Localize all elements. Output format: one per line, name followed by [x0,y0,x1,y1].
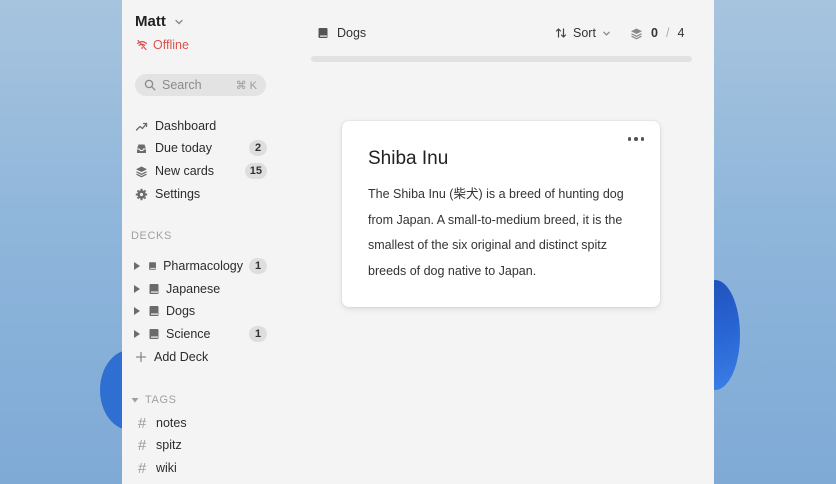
counter-separator: / [665,26,670,40]
chevron-down-icon [603,31,610,36]
user-name: Matt [135,13,166,30]
chevron-down-icon [175,19,183,24]
flashcard[interactable]: Shiba Inu The Shiba Inu (柴犬) is a breed … [342,121,660,307]
nav-dashboard[interactable]: Dashboard [135,116,267,136]
book-icon [149,306,159,316]
tags-section-label: TAGS [145,394,177,406]
caret-down-icon [131,398,139,403]
offline-status: Offline [136,38,189,52]
search-placeholder: Search [162,78,202,92]
deck-label: Japanese [166,282,221,296]
counter-total: 4 [677,26,685,40]
search-input[interactable]: Search ⌘ K [135,74,266,96]
card-body: The Shiba Inu (柴犬) is a breed of hunting… [368,187,624,278]
search-shortcut: ⌘ K [235,79,257,92]
wifi-off-icon [136,39,148,51]
sort-button[interactable]: Sort [555,26,611,40]
deck-count-badge: 1 [249,326,267,342]
deck-item-pharmacology[interactable]: Pharmacology 1 [134,256,267,276]
current-deck-label: Dogs [337,26,367,40]
tag-item-wiki[interactable]: # wiki [135,458,267,478]
nav-new-cards[interactable]: New cards 15 [135,161,267,181]
nav-settings[interactable]: Settings [135,184,267,204]
deck-item-japanese[interactable]: Japanese [134,279,267,299]
search-icon [144,79,156,91]
nav-label: Settings [155,187,201,201]
expand-icon[interactable] [134,262,140,270]
trend-icon [135,122,148,131]
review-progress-bar [311,56,692,62]
tag-item-notes[interactable]: # notes [135,413,267,433]
sidebar: Matt Offline Search ⌘ K Dashboard Due to… [122,0,289,484]
sort-icon [555,28,567,38]
add-deck-button[interactable]: Add Deck [135,347,267,367]
tag-label: spitz [156,438,182,452]
gear-icon [135,188,148,200]
deck-item-science[interactable]: Science 1 [134,324,267,344]
user-menu[interactable]: Matt [135,13,184,30]
deck-count-badge: 1 [249,258,267,274]
expand-icon[interactable] [134,285,140,293]
add-deck-label: Add Deck [154,350,209,364]
nav-label: Due today [155,141,212,155]
nav-label: New cards [155,164,215,178]
plus-icon [135,351,147,363]
book-icon [149,262,156,270]
card-counter: 0 / 4 [630,26,684,40]
book-icon [149,284,159,294]
hash-icon: # [137,414,147,432]
deck-label: Pharmacology [163,259,243,273]
deck-label: Science [166,327,211,341]
decks-section-label: DECKS [131,230,172,242]
deck-item-dogs[interactable]: Dogs [134,301,267,321]
hash-icon: # [137,459,147,477]
card-title: Shiba Inu [368,148,449,169]
deck-label: Dogs [166,304,196,318]
hash-icon: # [137,436,147,454]
current-deck[interactable]: Dogs [317,26,366,40]
inbox-icon [137,144,146,153]
counter-current: 0 [651,26,658,40]
offline-label: Offline [153,38,189,52]
more-options-icon[interactable] [627,137,644,141]
expand-icon[interactable] [134,307,140,315]
expand-icon[interactable] [134,330,140,338]
nav-due-today[interactable]: Due today 2 [135,138,267,158]
sort-label: Sort [573,26,596,40]
tag-label: notes [156,416,187,430]
layers-icon [136,166,147,177]
app-window: Matt Offline Search ⌘ K Dashboard Due to… [122,0,714,484]
due-count-badge: 2 [249,140,267,156]
tag-label: wiki [156,461,177,475]
new-count-badge: 15 [244,163,267,179]
layers-icon [631,28,642,39]
book-icon [149,329,159,339]
nav-label: Dashboard [155,119,217,133]
tags-section-header[interactable]: TAGS [131,394,177,406]
tag-item-spitz[interactable]: # spitz [135,435,267,455]
book-icon [318,28,328,38]
